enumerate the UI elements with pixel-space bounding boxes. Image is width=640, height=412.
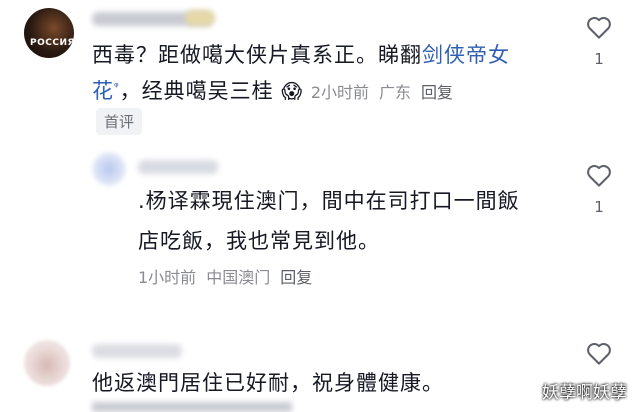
first-comment-badge: 首评 bbox=[96, 108, 143, 135]
scared-emoji-icon: 😱 bbox=[281, 79, 304, 103]
watermark: 妖孽啊妖孽 bbox=[542, 383, 627, 403]
like-button[interactable] bbox=[584, 160, 614, 190]
comment-time: 2小时前 bbox=[310, 83, 369, 102]
user-avatar[interactable] bbox=[92, 152, 126, 186]
user-avatar[interactable] bbox=[24, 340, 70, 386]
like-button[interactable] bbox=[584, 338, 614, 368]
drama-link-continued[interactable]: 花ᵠ bbox=[92, 79, 120, 103]
heart-icon bbox=[587, 343, 611, 365]
comment-location: 中国澳门 bbox=[206, 268, 271, 287]
like-count: 1 bbox=[594, 50, 604, 68]
user-avatar[interactable]: РОССИЯ bbox=[24, 8, 74, 58]
username-blurred[interactable] bbox=[138, 160, 218, 174]
reply-button[interactable]: 回复 bbox=[280, 268, 312, 287]
heart-icon bbox=[587, 165, 611, 187]
comment-location: 广东 bbox=[379, 83, 412, 102]
comment-text-line: 店吃飯，我也常見到他。 bbox=[138, 229, 380, 253]
comment-text-line: 花ᵠ，经典噶吴三桂 😱 2小时前 广东 回复 bbox=[92, 72, 463, 108]
drama-link[interactable]: 剑侠帝女 bbox=[422, 43, 510, 67]
comment-meta: 2小时前 广东 回复 bbox=[311, 83, 463, 102]
comment-text-line: 他返澳門居住已好耐，祝身體健康。 bbox=[92, 371, 444, 395]
comment-text-line: 西毒？距做噶大侠片真系正。睇翻剑侠帝女 bbox=[92, 43, 510, 67]
comment-text-line: .杨译霖現住澳门，間中在司打口一間飯 bbox=[138, 189, 520, 213]
comment-meta: 1小时前 中国澳门 回复 bbox=[138, 264, 322, 288]
username-blurred-accent bbox=[185, 10, 215, 26]
like-button[interactable] bbox=[584, 12, 614, 42]
username-blurred[interactable] bbox=[92, 344, 182, 358]
like-count: 1 bbox=[594, 198, 604, 216]
next-line-blurred bbox=[92, 402, 292, 412]
comment-time: 1小时前 bbox=[138, 268, 197, 287]
reply-button[interactable]: 回复 bbox=[421, 83, 453, 102]
avatar-logo-text: РОССИЯ bbox=[30, 38, 74, 48]
heart-icon bbox=[587, 17, 611, 39]
